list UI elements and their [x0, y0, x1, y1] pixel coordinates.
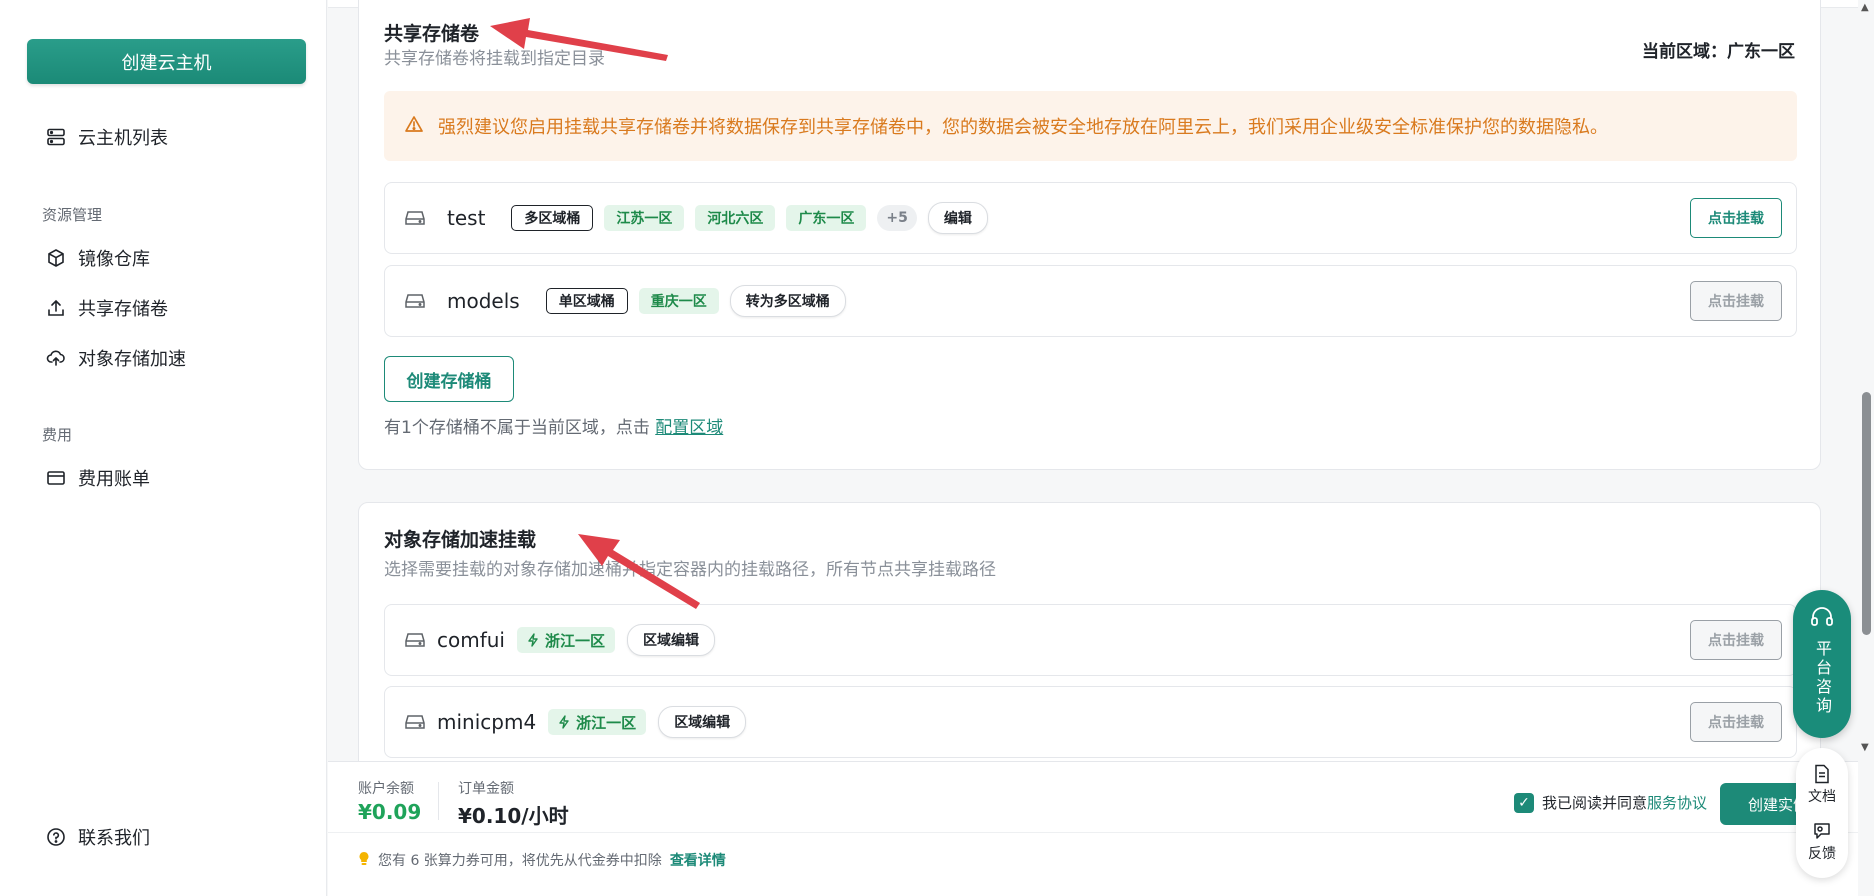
bucket-name: comfui	[437, 628, 505, 652]
feedback-button[interactable]: 反馈	[1808, 821, 1836, 863]
order-amount-value: ¥0.10/小时	[458, 804, 569, 828]
group-title-billing: 费用	[42, 426, 73, 444]
cloud-upload-icon	[46, 348, 66, 368]
object-storage-subtitle: 选择需要挂载的对象存储加速桶并指定容器内的挂载路径，所有节点共享挂载路径	[384, 560, 996, 580]
mount-button[interactable]: 点击挂载	[1690, 702, 1782, 742]
service-agreement-link[interactable]: 服务协议	[1647, 792, 1707, 813]
feedback-label: 反馈	[1808, 845, 1836, 862]
floating-tools: 文档 反馈	[1796, 748, 1848, 878]
sidebar: 创建云主机 云主机列表 资源管理 镜像仓库 共享存储卷 对象存储加速 费用 费用…	[0, 0, 327, 896]
sidebar-item-billing[interactable]: 费用账单	[46, 465, 150, 491]
sidebar-item-label: 云主机列表	[78, 128, 168, 149]
divider	[328, 832, 1858, 833]
cube-icon	[46, 248, 66, 268]
zone-tag: 浙江一区	[517, 627, 616, 653]
sidebar-item-image-repo[interactable]: 镜像仓库	[46, 245, 150, 271]
shared-volume-subtitle: 共享存储卷将挂载到指定目录	[384, 49, 605, 69]
disk-icon	[405, 293, 425, 309]
bucket-row-models: models 单区域桶 重庆一区 转为多区域桶 点击挂载	[384, 265, 1797, 337]
object-storage-title: 对象存储加速挂载	[384, 529, 537, 551]
mount-button[interactable]: 点击挂载	[1690, 198, 1782, 238]
region-tag: 河北六区	[695, 205, 776, 231]
convert-multi-region-button[interactable]: 转为多区域桶	[729, 285, 846, 317]
bucket-name: minicpm4	[437, 710, 537, 734]
region-tag: 江苏一区	[604, 205, 685, 231]
document-icon	[1815, 764, 1829, 783]
docs-label: 文档	[1808, 788, 1836, 805]
lightbulb-icon	[358, 851, 370, 870]
lightning-icon	[559, 715, 569, 729]
configure-region-link[interactable]: 配置区域	[655, 418, 723, 438]
docs-button[interactable]: 文档	[1808, 764, 1836, 806]
balance-label: 账户余额	[358, 781, 414, 797]
disk-icon	[405, 210, 425, 226]
bucket-name: test	[447, 206, 486, 230]
bucket-type-tag: 单区域桶	[545, 288, 628, 314]
scroll-up-icon[interactable]: ▲	[1861, 2, 1869, 13]
divider	[438, 782, 439, 820]
sidebar-item-label: 费用账单	[78, 469, 150, 490]
disk-icon	[405, 714, 425, 730]
oss-bucket-row-minicpm4: minicpm4 浙江一区 区域编辑 点击挂载	[384, 686, 1797, 758]
credit-card-icon	[46, 468, 66, 488]
headset-icon	[1810, 606, 1834, 632]
sidebar-item-contact[interactable]: 联系我们	[46, 824, 150, 850]
agreement-text: 我已阅读并同意	[1542, 794, 1648, 812]
object-storage-card: 对象存储加速挂载 选择需要挂载的对象存储加速桶并指定容器内的挂载路径，所有节点共…	[358, 502, 1821, 802]
lightning-icon	[528, 633, 538, 647]
server-list-icon	[46, 127, 66, 147]
sidebar-item-label: 对象存储加速	[78, 349, 186, 370]
coupon-note: 您有 6 张算力券可用，将优先从代金券中扣除 查看详情	[358, 850, 726, 870]
feedback-icon	[1814, 822, 1830, 839]
group-title-resources: 资源管理	[42, 206, 103, 224]
sidebar-item-label: 联系我们	[78, 828, 150, 849]
edit-bucket-button[interactable]: 编辑	[927, 202, 988, 234]
coupon-text: 您有 6 张算力券可用，将优先从代金券中扣除	[378, 853, 662, 869]
zone-label: 浙江一区	[545, 631, 606, 650]
coupon-details-link[interactable]: 查看详情	[670, 850, 726, 870]
warning-text: 强烈建议您启用挂载共享存储卷并将数据保存到共享存储卷中，您的数据会被安全地存放在…	[438, 117, 1608, 138]
upload-tray-icon	[46, 298, 66, 318]
bucket-row-test: test 多区域桶 江苏一区 河北六区 广东一区 +5 编辑 点击挂载	[384, 182, 1797, 254]
sidebar-item-host-list[interactable]: 云主机列表	[46, 124, 168, 150]
mount-button[interactable]: 点击挂载	[1690, 620, 1782, 660]
region-note: 有1个存储桶不属于当前区域，点击 配置区域	[384, 413, 723, 438]
warning-icon	[404, 114, 424, 139]
sidebar-item-shared-volume[interactable]: 共享存储卷	[46, 295, 168, 321]
scroll-down-icon[interactable]: ▼	[1861, 742, 1869, 753]
more-regions-badge[interactable]: +5	[877, 205, 917, 231]
sidebar-item-label: 镜像仓库	[78, 249, 150, 270]
warning-banner: 强烈建议您启用挂载共享存储卷并将数据保存到共享存储卷中，您的数据会被安全地存放在…	[384, 91, 1797, 161]
zone-label: 浙江一区	[576, 713, 637, 732]
bucket-name: models	[447, 289, 520, 313]
bucket-type-tag: 多区域桶	[511, 205, 594, 231]
platform-consult-button[interactable]: 平台咨询	[1793, 590, 1851, 738]
disk-icon	[405, 632, 425, 648]
scroll-thumb[interactable]	[1862, 392, 1871, 635]
sidebar-item-object-storage[interactable]: 对象存储加速	[46, 345, 186, 371]
zone-edit-button[interactable]: 区域编辑	[658, 706, 747, 738]
current-region-label: 当前区域：广东一区	[1642, 42, 1795, 62]
order-amount-label: 订单金额	[458, 781, 514, 797]
region-note-text: 有1个存储桶不属于当前区域，点击	[384, 418, 650, 438]
agreement-checkbox[interactable]: ✓	[1514, 792, 1534, 813]
zone-edit-button[interactable]: 区域编辑	[627, 624, 716, 656]
zone-tag: 浙江一区	[548, 709, 647, 735]
region-tag: 重庆一区	[638, 288, 719, 314]
order-bar: 账户余额 ¥0.09 订单金额 ¥0.10/小时 您有 6 张算力券可用，将优先…	[328, 761, 1858, 896]
balance-value: ¥0.09	[358, 800, 422, 824]
region-tag: 广东一区	[786, 205, 867, 231]
scrollbar[interactable]: ▲ ▼	[1858, 0, 1874, 896]
consult-label: 平台咨询	[1813, 640, 1832, 716]
mount-button[interactable]: 点击挂载	[1690, 281, 1782, 321]
sidebar-item-label: 共享存储卷	[78, 299, 168, 320]
help-circle-icon	[46, 827, 66, 847]
create-cloud-host-button[interactable]: 创建云主机	[27, 39, 306, 84]
shared-volume-card: 共享存储卷 共享存储卷将挂载到指定目录 当前区域：广东一区 强烈建议您启用挂载共…	[358, 0, 1821, 470]
shared-volume-title: 共享存储卷	[384, 23, 480, 45]
agreement: ✓ 我已阅读并同意 服务协议	[1514, 792, 1707, 813]
oss-bucket-row-comfui: comfui 浙江一区 区域编辑 点击挂载	[384, 604, 1797, 676]
create-bucket-button[interactable]: 创建存储桶	[384, 356, 514, 402]
